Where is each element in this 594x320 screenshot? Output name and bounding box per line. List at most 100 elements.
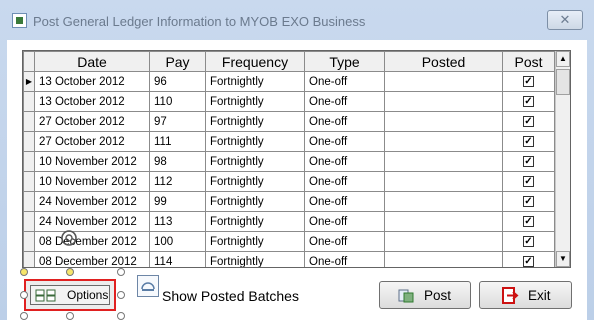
- cell-frequency[interactable]: Fortnightly: [205, 251, 305, 267]
- cell-type[interactable]: One-off: [304, 111, 385, 132]
- column-header-frequency[interactable]: Frequency: [205, 51, 305, 72]
- cell-pay[interactable]: 110: [149, 91, 206, 112]
- cell-posted[interactable]: [384, 111, 503, 132]
- row-indicator[interactable]: [23, 191, 35, 212]
- column-header-pay[interactable]: Pay: [149, 51, 206, 72]
- table-row[interactable]: 13 October 2012 110 Fortnightly One-off ✓: [23, 91, 555, 112]
- cell-date[interactable]: 10 November 2012: [34, 151, 150, 172]
- cell-date[interactable]: 08 December 2012: [34, 231, 150, 252]
- post-button[interactable]: Post: [379, 281, 471, 309]
- table-row[interactable]: 24 November 2012 113 Fortnightly One-off ✓: [23, 211, 555, 232]
- show-posted-checkbox[interactable]: [137, 275, 159, 297]
- selection-handle[interactable]: [117, 291, 125, 299]
- scroll-thumb[interactable]: [556, 69, 570, 95]
- scroll-down-icon[interactable]: ▼: [556, 251, 570, 267]
- selection-handle[interactable]: [20, 312, 28, 320]
- cell-type[interactable]: One-off: [304, 231, 385, 252]
- post-checkbox[interactable]: ✓: [523, 215, 534, 227]
- column-header-date[interactable]: Date: [34, 51, 150, 72]
- row-indicator[interactable]: ▶: [23, 71, 35, 92]
- cell-date[interactable]: 24 November 2012: [34, 211, 150, 232]
- selection-handle[interactable]: [117, 268, 125, 276]
- table-row[interactable]: 08 December 2012 114 Fortnightly One-off ✓: [23, 251, 555, 267]
- cell-frequency[interactable]: Fortnightly: [205, 231, 305, 252]
- cell-post[interactable]: ✓: [502, 211, 555, 232]
- table-row[interactable]: 27 October 2012 111 Fortnightly One-off ✓: [23, 131, 555, 152]
- row-indicator[interactable]: [23, 151, 35, 172]
- cell-post[interactable]: ✓: [502, 131, 555, 152]
- cell-type[interactable]: One-off: [304, 211, 385, 232]
- cell-date[interactable]: 13 October 2012: [34, 71, 150, 92]
- cell-post[interactable]: ✓: [502, 111, 555, 132]
- cell-posted[interactable]: [384, 191, 503, 212]
- cell-date[interactable]: 10 November 2012: [34, 171, 150, 192]
- cell-posted[interactable]: [384, 251, 503, 267]
- selection-handle[interactable]: [66, 312, 74, 320]
- cell-frequency[interactable]: Fortnightly: [205, 191, 305, 212]
- cell-pay[interactable]: 113: [149, 211, 206, 232]
- vertical-scrollbar[interactable]: ▲ ▼: [555, 51, 570, 267]
- show-posted-label[interactable]: Show Posted Batches: [162, 288, 299, 304]
- cell-frequency[interactable]: Fortnightly: [205, 131, 305, 152]
- post-checkbox[interactable]: ✓: [523, 95, 534, 107]
- cell-post[interactable]: ✓: [502, 91, 555, 112]
- column-header-posted[interactable]: Posted: [384, 51, 503, 72]
- row-indicator[interactable]: [23, 171, 35, 192]
- table-row[interactable]: ▶ 13 October 2012 96 Fortnightly One-off ✓: [23, 71, 555, 92]
- exit-button[interactable]: Exit: [479, 281, 572, 309]
- selection-handle[interactable]: [20, 291, 28, 299]
- cell-posted[interactable]: [384, 71, 503, 92]
- table-row[interactable]: 27 October 2012 97 Fortnightly One-off ✓: [23, 111, 555, 132]
- cell-posted[interactable]: [384, 131, 503, 152]
- cell-post[interactable]: ✓: [502, 151, 555, 172]
- table-row[interactable]: 08 December 2012 100 Fortnightly One-off ✓: [23, 231, 555, 252]
- close-button[interactable]: ✕: [547, 10, 583, 30]
- cell-pay[interactable]: 98: [149, 151, 206, 172]
- selection-handle[interactable]: [20, 268, 28, 276]
- cell-pay[interactable]: 112: [149, 171, 206, 192]
- cell-posted[interactable]: [384, 91, 503, 112]
- post-checkbox[interactable]: ✓: [523, 255, 534, 267]
- table-row[interactable]: 10 November 2012 98 Fortnightly One-off ✓: [23, 151, 555, 172]
- row-indicator[interactable]: [23, 251, 35, 267]
- cell-post[interactable]: ✓: [502, 231, 555, 252]
- table-row[interactable]: 10 November 2012 112 Fortnightly One-off ✓: [23, 171, 555, 192]
- cell-frequency[interactable]: Fortnightly: [205, 171, 305, 192]
- cell-pay[interactable]: 111: [149, 131, 206, 152]
- cell-pay[interactable]: 96: [149, 71, 206, 92]
- cell-frequency[interactable]: Fortnightly: [205, 91, 305, 112]
- table-row[interactable]: 24 November 2012 99 Fortnightly One-off ✓: [23, 191, 555, 212]
- cell-frequency[interactable]: Fortnightly: [205, 111, 305, 132]
- cell-frequency[interactable]: Fortnightly: [205, 151, 305, 172]
- cell-type[interactable]: One-off: [304, 251, 385, 267]
- post-checkbox[interactable]: ✓: [523, 235, 534, 247]
- post-checkbox[interactable]: ✓: [523, 135, 534, 147]
- cell-type[interactable]: One-off: [304, 171, 385, 192]
- row-indicator[interactable]: [23, 91, 35, 112]
- row-indicator[interactable]: [23, 131, 35, 152]
- selection-handle[interactable]: [117, 312, 125, 320]
- cell-type[interactable]: One-off: [304, 91, 385, 112]
- column-header-type[interactable]: Type: [304, 51, 385, 72]
- cell-type[interactable]: One-off: [304, 191, 385, 212]
- cell-date[interactable]: 13 October 2012: [34, 91, 150, 112]
- cell-type[interactable]: One-off: [304, 131, 385, 152]
- cell-type[interactable]: One-off: [304, 71, 385, 92]
- cell-post[interactable]: ✓: [502, 251, 555, 267]
- post-checkbox[interactable]: ✓: [523, 155, 534, 167]
- cell-posted[interactable]: [384, 171, 503, 192]
- cell-pay[interactable]: 114: [149, 251, 206, 267]
- options-button[interactable]: Options: [24, 279, 116, 311]
- cell-date[interactable]: 08 December 2012: [34, 251, 150, 267]
- cell-posted[interactable]: [384, 151, 503, 172]
- row-indicator[interactable]: [23, 231, 35, 252]
- cell-posted[interactable]: [384, 231, 503, 252]
- cell-post[interactable]: ✓: [502, 71, 555, 92]
- cell-date[interactable]: 27 October 2012: [34, 131, 150, 152]
- cell-pay[interactable]: 99: [149, 191, 206, 212]
- selection-handle[interactable]: [66, 268, 74, 276]
- cell-pay[interactable]: 97: [149, 111, 206, 132]
- cell-posted[interactable]: [384, 211, 503, 232]
- cell-post[interactable]: ✓: [502, 171, 555, 192]
- options-button-face[interactable]: Options: [30, 285, 110, 305]
